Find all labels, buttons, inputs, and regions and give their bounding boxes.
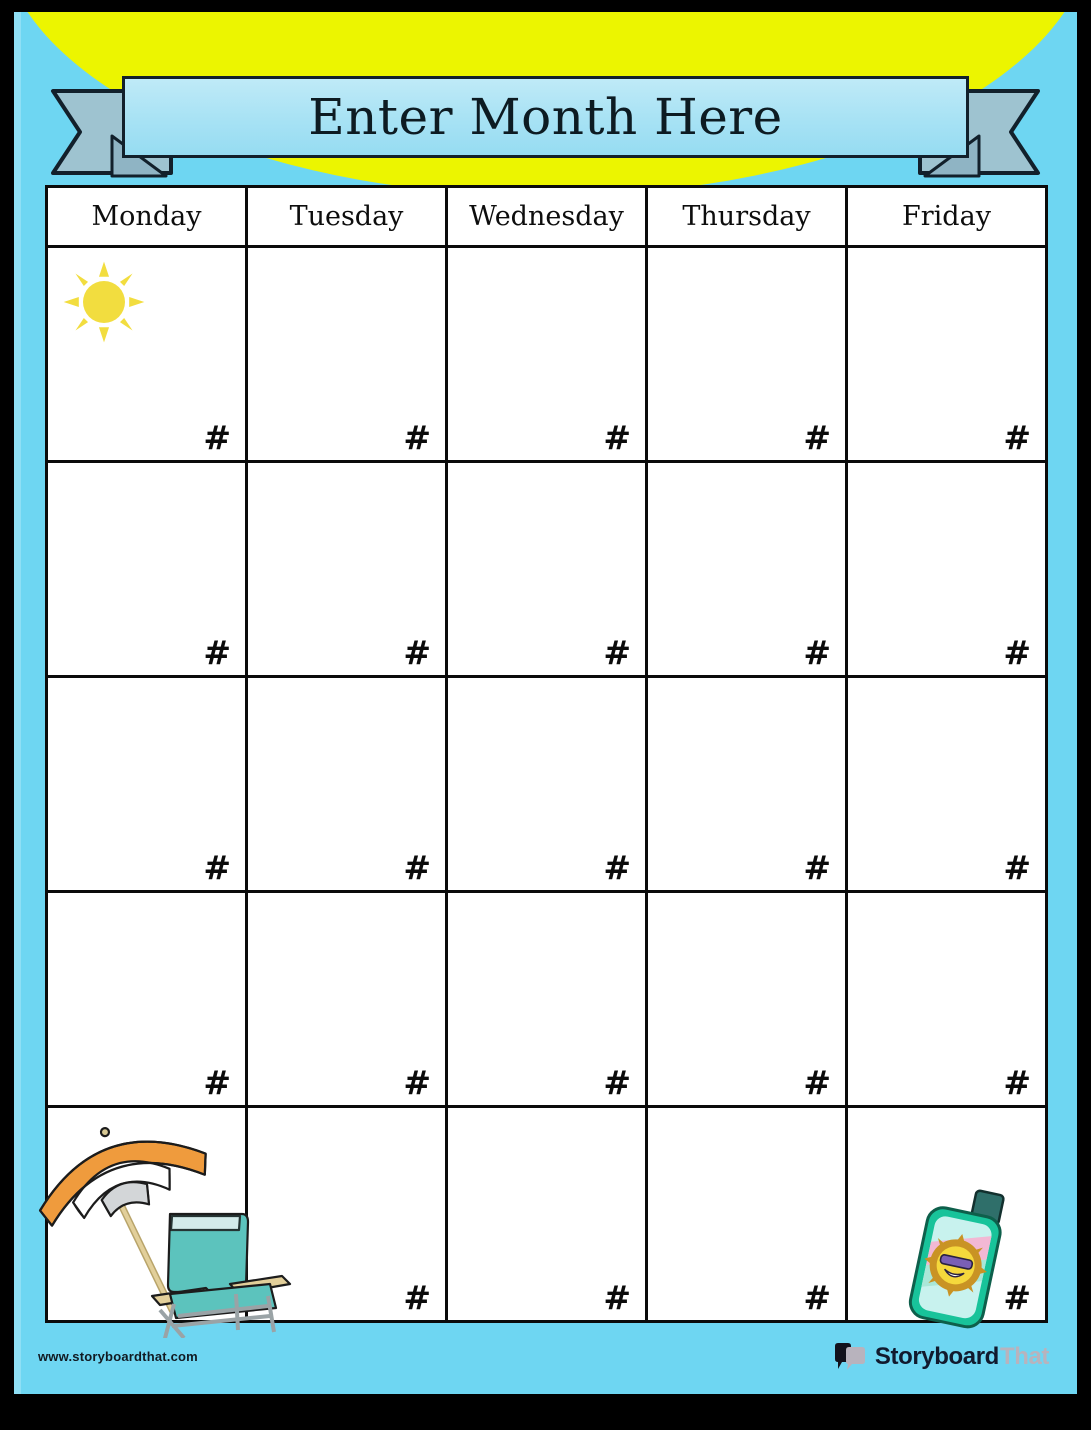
day-cell[interactable]: #	[445, 460, 648, 678]
calendar-week-row: # # # # #	[45, 460, 1048, 678]
banner-plate: Enter Month Here	[122, 76, 969, 158]
day-cell[interactable]: #	[845, 460, 1048, 678]
calendar-week-row: # # # # #	[45, 1105, 1048, 1323]
day-cell[interactable]: #	[445, 890, 648, 1108]
date-placeholder[interactable]: #	[203, 1281, 231, 1314]
day-header-monday: Monday	[45, 185, 248, 248]
day-cell[interactable]: #	[45, 890, 248, 1108]
date-placeholder[interactable]: #	[403, 636, 431, 669]
day-cell[interactable]: #	[45, 1105, 248, 1323]
date-placeholder[interactable]: #	[603, 636, 631, 669]
date-placeholder[interactable]: #	[1003, 851, 1031, 884]
date-placeholder[interactable]: #	[803, 1281, 831, 1314]
day-cell[interactable]: #	[245, 460, 448, 678]
date-placeholder[interactable]: #	[603, 1066, 631, 1099]
day-cell[interactable]: #	[245, 890, 448, 1108]
calendar-week-row: # # # # #	[45, 245, 1048, 463]
date-placeholder[interactable]: #	[803, 421, 831, 454]
day-cell[interactable]: #	[445, 1105, 648, 1323]
calendar-week-row: # # # # #	[45, 675, 1048, 893]
day-cell[interactable]: #	[845, 245, 1048, 463]
speech-bubble-icon	[834, 1343, 865, 1370]
sun-icon	[63, 261, 145, 343]
date-placeholder[interactable]: #	[603, 1281, 631, 1314]
day-cell[interactable]: #	[45, 675, 248, 893]
day-cell[interactable]: #	[645, 460, 848, 678]
calendar-poster: Enter Month Here Monday Tuesday Wednesda…	[0, 0, 1091, 1430]
date-placeholder[interactable]: #	[1003, 1281, 1031, 1314]
date-placeholder[interactable]: #	[1003, 1066, 1031, 1099]
date-placeholder[interactable]: #	[803, 636, 831, 669]
date-placeholder[interactable]: #	[1003, 636, 1031, 669]
day-cell[interactable]: #	[45, 245, 248, 463]
day-cell[interactable]: #	[245, 1105, 448, 1323]
day-cell[interactable]: #	[845, 890, 1048, 1108]
day-header-thursday: Thursday	[645, 185, 848, 248]
day-cell[interactable]: #	[645, 245, 848, 463]
date-placeholder[interactable]: #	[403, 1066, 431, 1099]
date-placeholder[interactable]: #	[803, 851, 831, 884]
date-placeholder[interactable]: #	[403, 851, 431, 884]
date-placeholder[interactable]: #	[203, 636, 231, 669]
calendar-header-row: Monday Tuesday Wednesday Thursday Friday	[45, 185, 1048, 248]
month-title-banner: Enter Month Here	[14, 68, 1077, 178]
date-placeholder[interactable]: #	[403, 421, 431, 454]
date-placeholder[interactable]: #	[203, 851, 231, 884]
calendar-week-row: # # # # #	[45, 890, 1048, 1108]
day-cell[interactable]: #	[645, 675, 848, 893]
day-cell[interactable]: #	[45, 460, 248, 678]
day-header-friday: Friday	[845, 185, 1048, 248]
storyboardthat-logo[interactable]: Storyboard That	[834, 1342, 1049, 1372]
day-cell[interactable]: #	[645, 890, 848, 1108]
day-cell[interactable]: #	[245, 675, 448, 893]
date-placeholder[interactable]: #	[603, 851, 631, 884]
day-header-tuesday: Tuesday	[245, 185, 448, 248]
day-cell[interactable]: #	[845, 675, 1048, 893]
date-placeholder[interactable]: #	[803, 1066, 831, 1099]
logo-text-storyboard: Storyboard	[874, 1343, 999, 1370]
date-placeholder[interactable]: #	[403, 1281, 431, 1314]
date-placeholder[interactable]: #	[603, 421, 631, 454]
day-cell[interactable]: #	[845, 1105, 1048, 1323]
day-cell[interactable]: #	[645, 1105, 848, 1323]
day-cell[interactable]: #	[445, 675, 648, 893]
date-placeholder[interactable]: #	[203, 421, 231, 454]
footer-website-url[interactable]: www.storyboardthat.com	[38, 1349, 198, 1364]
logo-text-that: That	[999, 1343, 1049, 1370]
day-header-wednesday: Wednesday	[445, 185, 648, 248]
date-placeholder[interactable]: #	[203, 1066, 231, 1099]
calendar-grid: Monday Tuesday Wednesday Thursday Friday	[45, 185, 1048, 1323]
date-placeholder[interactable]: #	[1003, 421, 1031, 454]
poster-page: Enter Month Here Monday Tuesday Wednesda…	[14, 12, 1077, 1394]
day-cell[interactable]: #	[245, 245, 448, 463]
month-title-text[interactable]: Enter Month Here	[125, 79, 966, 155]
day-cell[interactable]: #	[445, 245, 648, 463]
